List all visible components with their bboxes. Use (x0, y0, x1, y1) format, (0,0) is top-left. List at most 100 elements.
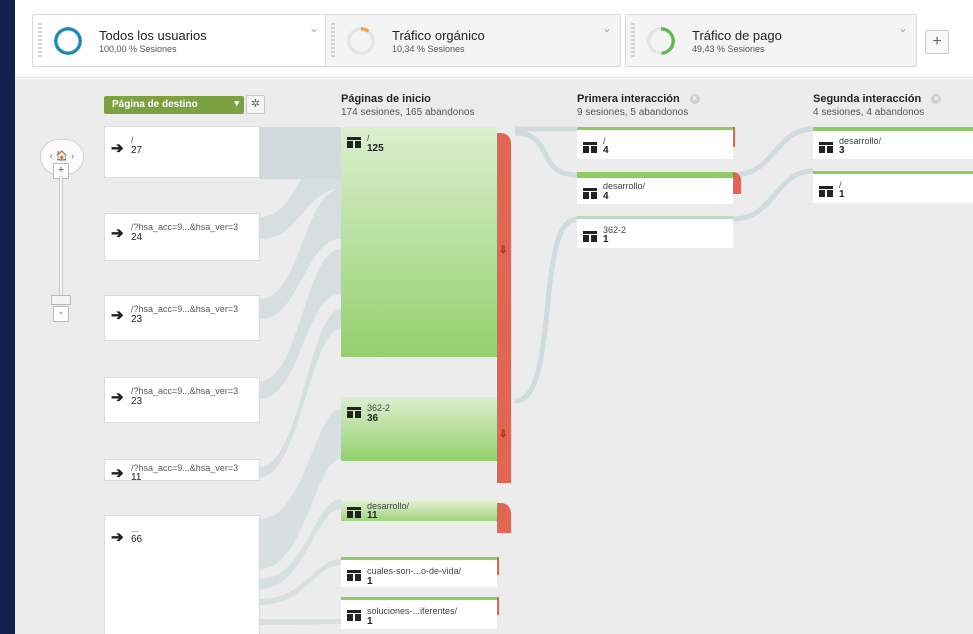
page-icon (583, 231, 597, 242)
page-node[interactable]: desarrollo/ 3 (813, 127, 973, 159)
flow-chart: Página de destino ▾ ✲ Páginas de inicio … (15, 79, 973, 634)
page-value: 11 (367, 510, 378, 521)
entry-arrow-icon: ➔ (111, 389, 124, 406)
page-node[interactable]: / 1 (813, 171, 973, 203)
entry-arrow-icon: ➔ (111, 529, 124, 546)
dropoff-bar[interactable] (497, 597, 499, 615)
segment-ring-icon (647, 27, 675, 55)
column-title: Segunda interacción (813, 93, 922, 105)
page-node[interactable]: / 125 (341, 127, 497, 357)
source-value: 11 (131, 472, 142, 483)
source-label: /?hsa_acc=9...&hsa_ver=3 (131, 463, 239, 473)
source-value: 23 (131, 314, 143, 325)
entry-arrow-icon: ➔ (111, 225, 124, 242)
gear-icon[interactable]: ✲ (246, 95, 265, 114)
entry-arrow-icon: ➔ (111, 140, 124, 157)
segment-organic-traffic[interactable]: Tráfico orgánico 10,34 % Sesiones ⌄ (325, 14, 621, 67)
page-label: cuales-son-...o-de-vida/ (367, 566, 462, 576)
drag-handle-icon[interactable] (331, 23, 335, 59)
page-node[interactable]: desarrollo/ 4 (577, 172, 733, 204)
dropoff-bar[interactable] (497, 557, 499, 575)
column-summary: 4 sesiones, 4 abandonos (813, 107, 925, 118)
page-label: / (367, 133, 370, 143)
page-value: 3 (839, 145, 845, 156)
close-icon[interactable]: × (931, 94, 942, 105)
source-value: 23 (131, 396, 143, 407)
dropoff-bar[interactable] (497, 503, 511, 533)
source-label: /?hsa_acc=9...&hsa_ver=3 (131, 222, 239, 232)
flow-link (514, 130, 578, 178)
source-node[interactable]: ➔ /?hsa_acc=9...&hsa_ver=3 11 (104, 459, 260, 483)
page-node[interactable]: / 4 (577, 127, 733, 159)
source-value: 27 (131, 145, 143, 156)
column-summary: 9 sesiones, 5 abandonos (577, 107, 689, 118)
page-value: 1 (367, 576, 373, 587)
segment-ring-icon (347, 27, 375, 55)
segment-ring-icon (54, 27, 82, 55)
page-node[interactable]: 362-2 36 (341, 397, 497, 461)
zoom-out-button[interactable]: - (53, 306, 69, 322)
column-summary: 174 sesiones, 165 abandonos (341, 107, 475, 118)
dropoff-bar[interactable] (497, 403, 511, 483)
page-node[interactable]: soluciones-...iferentes/ 1 (341, 597, 497, 629)
flow-link (260, 409, 341, 569)
source-label: /?hsa_acc=9...&hsa_ver=3 (131, 304, 239, 314)
page-icon (347, 137, 361, 148)
chevron-down-icon[interactable]: ⌄ (898, 21, 908, 35)
dropoff-arrow-icon: ⇩ (499, 429, 508, 440)
page-node[interactable]: 362-2 1 (577, 216, 733, 248)
dimension-selector[interactable]: Página de destino ▾ (104, 96, 244, 114)
zoom-slider-track[interactable] (59, 176, 63, 306)
flow-link (514, 216, 578, 404)
flow-link (732, 168, 814, 222)
chevron-down-icon[interactable]: ⌄ (309, 21, 319, 35)
page-node[interactable]: cuales-son-...o-de-vida/ 1 (341, 557, 497, 587)
close-icon[interactable]: × (689, 94, 700, 105)
drag-handle-icon[interactable] (38, 23, 42, 59)
source-node[interactable]: ➔ /?hsa_acc=9...&hsa_ver=3 24 (104, 213, 260, 261)
chevron-down-icon[interactable]: ⌄ (602, 21, 612, 35)
page-label: desarrollo/ (839, 136, 882, 146)
page-icon (347, 610, 361, 621)
segment-share: 10,34 % Sesiones (392, 44, 465, 54)
segment-share: 49,43 % Sesiones (692, 44, 765, 54)
column-title: Primera interacción (577, 93, 680, 105)
page-icon (347, 507, 361, 518)
segment-paid-traffic[interactable]: Tráfico de pago 49,43 % Sesiones ⌄ (625, 14, 917, 67)
segment-bar: Todos los usuarios 100,00 % Sesiones ⌄ T… (15, 0, 973, 78)
dropoff-arrow-icon: ⇩ (499, 245, 508, 256)
segment-name: Tráfico orgánico (392, 28, 485, 43)
page-icon (819, 142, 833, 153)
page-value: 1 (367, 616, 373, 627)
page-label: 362-2 (367, 403, 391, 413)
source-label: ... (131, 524, 139, 534)
dropoff-bar[interactable] (733, 127, 735, 147)
segment-all-users[interactable]: Todos los usuarios 100,00 % Sesiones ⌄ (32, 14, 328, 67)
source-value: 24 (131, 232, 143, 243)
column-title: Páginas de inicio (341, 93, 431, 105)
drag-handle-icon[interactable] (631, 23, 635, 59)
page-value: 1 (839, 189, 845, 200)
column-header-start-pages: Páginas de inicio 174 sesiones, 165 aban… (341, 93, 474, 118)
flow-link (260, 619, 341, 625)
page-value: 4 (603, 145, 609, 156)
source-label: /?hsa_acc=9...&hsa_ver=3 (131, 386, 239, 396)
page-icon (583, 142, 597, 153)
zoom-slider-handle[interactable] (51, 295, 71, 305)
page-label: desarrollo/ (603, 181, 646, 191)
entry-arrow-icon: ➔ (111, 465, 124, 482)
page-value: 36 (367, 413, 379, 424)
source-node[interactable]: ➔ / 27 (104, 126, 260, 178)
page-value: 4 (603, 191, 609, 202)
page-node[interactable]: desarrollo/ 11 (341, 499, 497, 521)
dimension-selector-label: Página de destino (112, 99, 198, 110)
source-node[interactable]: ➔ ... 66 (104, 515, 260, 634)
source-value: 66 (131, 534, 143, 545)
dropoff-bar[interactable] (733, 172, 741, 194)
page-icon (583, 188, 597, 199)
add-segment-button[interactable]: + (925, 30, 949, 54)
column-header-first-interaction: Primera interacción × 9 sesiones, 5 aband… (577, 93, 700, 118)
page-icon (347, 570, 361, 581)
source-node[interactable]: ➔ /?hsa_acc=9...&hsa_ver=3 23 (104, 377, 260, 423)
source-node[interactable]: ➔ /?hsa_acc=9...&hsa_ver=3 23 (104, 295, 260, 341)
